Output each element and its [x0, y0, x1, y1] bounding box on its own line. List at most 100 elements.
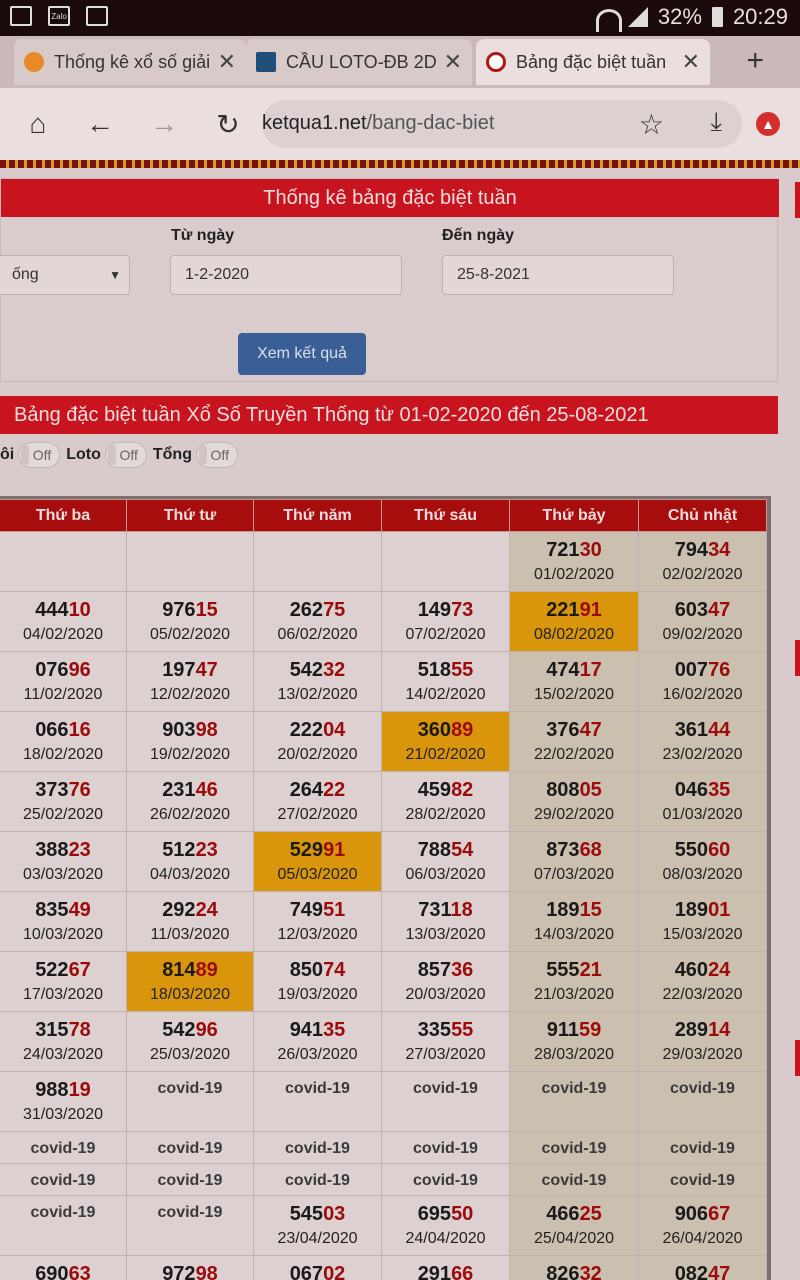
- result-cell: 54503 23/04/2020: [253, 1195, 382, 1256]
- result-date: 14/03/2020: [533, 926, 615, 943]
- result-date: 27/03/2020: [405, 1046, 486, 1063]
- result-date: 06/02/2020: [277, 626, 358, 643]
- result-date: 21/02/2020: [405, 746, 486, 763]
- number-head: 262: [289, 599, 324, 621]
- address-bar[interactable]: ketqua1.net/bang-dac-biet ☆ ⤓: [262, 100, 742, 148]
- result-date: 20/03/2020: [405, 986, 486, 1003]
- result-number: 54503: [254, 1202, 381, 1226]
- covid-note: covid-19: [157, 1204, 223, 1221]
- number-head: 361: [674, 719, 709, 741]
- tab-bang-dac-biet[interactable]: Bảng đặc biệt tuần ✕: [476, 39, 710, 85]
- result-number: 97298: [127, 1262, 253, 1280]
- toggle-doi[interactable]: Off: [18, 442, 61, 468]
- reload-icon[interactable]: ↻: [210, 106, 246, 142]
- number-tail: 76: [68, 779, 91, 801]
- back-icon[interactable]: ←: [82, 106, 118, 142]
- right-edge-marker: [795, 182, 800, 218]
- view-results-button[interactable]: Xem kết quả: [238, 333, 366, 375]
- province-select[interactable]: ống ▼: [0, 255, 130, 295]
- covid-note: covid-19: [541, 1140, 607, 1157]
- tab-cau-loto[interactable]: CẦU LOTO-ĐB 2D ✕: [246, 39, 472, 85]
- number-tail: 23: [68, 839, 91, 861]
- result-number: 69063: [0, 1262, 126, 1280]
- covid-note: covid-19: [285, 1172, 350, 1189]
- result-number: 38823: [0, 838, 126, 862]
- notification-icon: [86, 6, 108, 26]
- number-head: 474: [546, 659, 580, 681]
- result-number: 37647: [510, 718, 638, 742]
- covid-note: covid-19: [157, 1172, 223, 1189]
- number-head: 444: [35, 599, 69, 621]
- zalo-icon: Zalo: [48, 6, 70, 26]
- result-number: 26275: [254, 598, 381, 622]
- number-tail: 47: [708, 599, 731, 621]
- result-number: 46625: [510, 1202, 638, 1226]
- result-cell: 72130 01/02/2020: [509, 531, 639, 592]
- result-number: 06616: [0, 718, 126, 742]
- close-icon[interactable]: ✕: [444, 49, 462, 75]
- result-cell: 22191 08/02/2020: [509, 591, 639, 652]
- result-cell: 55521 21/03/2020: [509, 951, 639, 1012]
- number-tail: 96: [68, 659, 91, 681]
- result-date: 29/03/2020: [662, 1046, 743, 1063]
- covid-note: covid-19: [30, 1140, 96, 1157]
- result-cell: 91159 28/03/2020: [509, 1011, 639, 1072]
- toggle-label-tong: Tổng: [152, 446, 192, 463]
- close-icon[interactable]: ✕: [682, 49, 700, 75]
- result-number: 55521: [510, 958, 638, 982]
- result-date: 01/03/2020: [662, 806, 743, 823]
- table-row: covid-19 covid-19 covid-19 covid-19 covid-19…: [0, 1163, 767, 1196]
- toggle-tong[interactable]: Off: [195, 442, 238, 468]
- result-cell: 83549 10/03/2020: [0, 891, 127, 952]
- new-tab-button[interactable]: +: [746, 44, 764, 78]
- from-date-field[interactable]: 1-2-2020: [170, 255, 402, 295]
- number-tail: 21: [579, 959, 602, 981]
- result-number: 26422: [254, 778, 381, 802]
- number-head: 231: [162, 779, 196, 801]
- number-head: 221: [546, 599, 580, 621]
- from-date-label: Từ ngày: [171, 227, 235, 244]
- result-cell: 33555 27/03/2020: [381, 1011, 510, 1072]
- number-head: 873: [546, 839, 580, 861]
- result-number: 36089: [382, 718, 509, 742]
- bookmark-star-icon[interactable]: ☆: [639, 108, 664, 141]
- close-icon[interactable]: ✕: [218, 49, 236, 75]
- result-cell: 46625 25/04/2020: [509, 1195, 639, 1256]
- forward-icon[interactable]: →: [146, 106, 182, 142]
- number-head: 911: [546, 1019, 579, 1041]
- tab-title: Bảng đặc biệt tuần: [516, 51, 667, 72]
- number-tail: 78: [68, 1019, 91, 1041]
- tab-thong-ke[interactable]: Thống kê xổ số giải ✕: [14, 39, 246, 85]
- number-tail: 74: [323, 959, 346, 981]
- covid-note: covid-19: [541, 1080, 607, 1097]
- tab-title: Thống kê xổ số giải: [54, 51, 210, 72]
- number-head: 222: [289, 719, 324, 741]
- number-tail: 75: [323, 599, 346, 621]
- number-tail: 22: [323, 779, 346, 801]
- number-head: 046: [674, 779, 709, 801]
- number-tail: 30: [579, 539, 602, 561]
- download-icon[interactable]: ⤓: [711, 106, 723, 138]
- result-date: 18/03/2020: [149, 986, 231, 1003]
- table-row: 98819 31/03/2020 covid-19 covid-19 covid-19 c…: [0, 1071, 767, 1132]
- number-head: 189: [546, 899, 580, 921]
- result-cell: covid-19: [126, 1163, 254, 1196]
- to-date-field[interactable]: 25-8-2021: [442, 255, 674, 295]
- table-body: 72130 01/02/2020 79434 02/02/2020 44410 04/02…: [0, 531, 767, 1280]
- result-date: 31/03/2020: [22, 1106, 104, 1123]
- covid-note: covid-19: [413, 1080, 478, 1097]
- result-number: 37376: [0, 778, 126, 802]
- result-number: 06702: [254, 1262, 381, 1280]
- toggle-loto[interactable]: Off: [104, 442, 147, 468]
- result-date: 24/04/2020: [405, 1230, 486, 1247]
- result-date: 22/02/2020: [533, 746, 615, 763]
- update-icon[interactable]: ▲: [756, 112, 780, 136]
- result-number: 31578: [0, 1018, 126, 1042]
- number-tail: 98: [195, 1263, 218, 1280]
- result-cell: 44410 04/02/2020: [0, 591, 127, 652]
- result-number: 33555: [382, 1018, 509, 1042]
- result-cell: covid-19: [0, 1131, 127, 1164]
- result-date: 16/02/2020: [662, 686, 743, 703]
- home-icon[interactable]: ⌂: [20, 106, 56, 142]
- result-date: 21/03/2020: [533, 986, 615, 1003]
